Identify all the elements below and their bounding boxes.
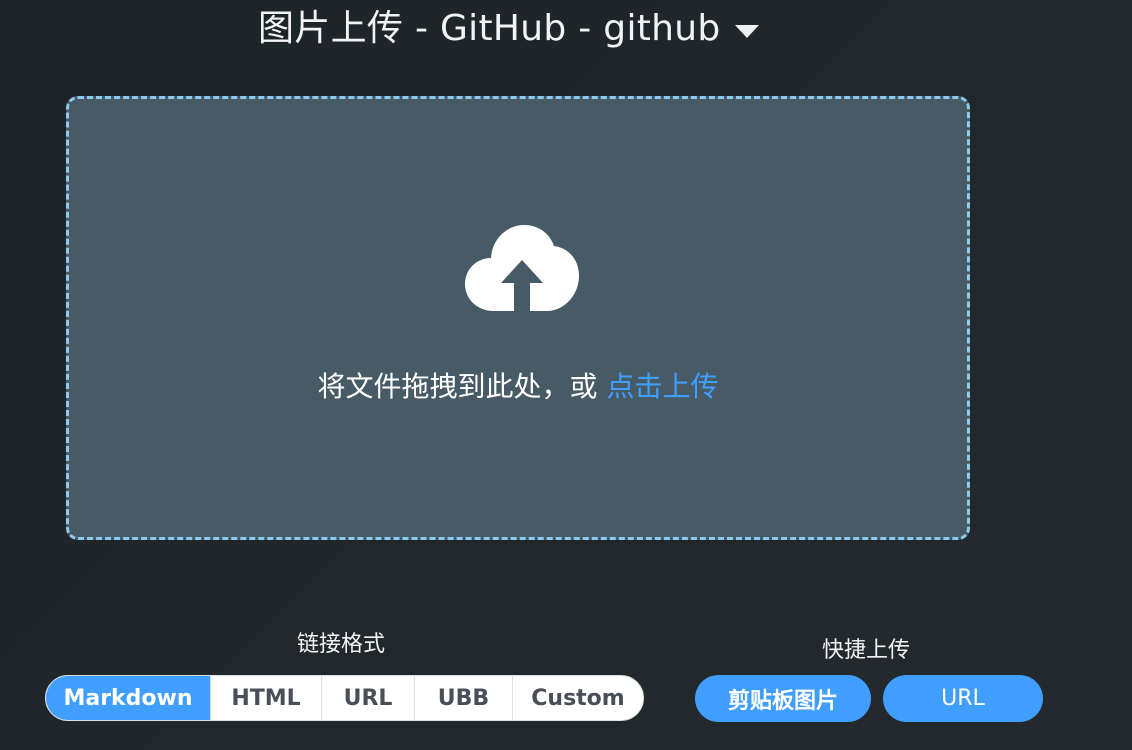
- format-option-url[interactable]: URL: [321, 676, 414, 720]
- quick-upload-label: 快捷上传: [822, 638, 911, 663]
- format-option-markdown[interactable]: Markdown: [46, 676, 210, 720]
- url-upload-button[interactable]: URL: [883, 675, 1043, 722]
- page-title: 图片上传 - GitHub - github: [258, 8, 721, 49]
- click-upload-link[interactable]: 点击上传: [606, 370, 718, 403]
- picbed-selector[interactable]: 图片上传 - GitHub - github: [258, 4, 759, 54]
- link-format-label: 链接格式: [297, 632, 386, 657]
- link-format-selector: Markdown HTML URL UBB Custom: [45, 675, 644, 721]
- cloud-upload-icon: [465, 225, 579, 315]
- format-option-custom[interactable]: Custom: [512, 676, 643, 720]
- dropzone-instructions: 将文件拖拽到此处，或 点击上传: [69, 367, 967, 407]
- format-option-html[interactable]: HTML: [210, 676, 321, 720]
- upload-dropzone[interactable]: 将文件拖拽到此处，或 点击上传: [66, 96, 970, 540]
- picgo-upload-window: 图片上传 - GitHub - github 将文件拖拽到此处，或 点击上传 链…: [0, 0, 1132, 750]
- dropzone-text: 将文件拖拽到此处，或: [317, 370, 607, 403]
- caret-down-icon: [734, 24, 759, 38]
- clipboard-upload-button[interactable]: 剪贴板图片: [695, 675, 871, 722]
- format-option-ubb[interactable]: UBB: [414, 676, 512, 720]
